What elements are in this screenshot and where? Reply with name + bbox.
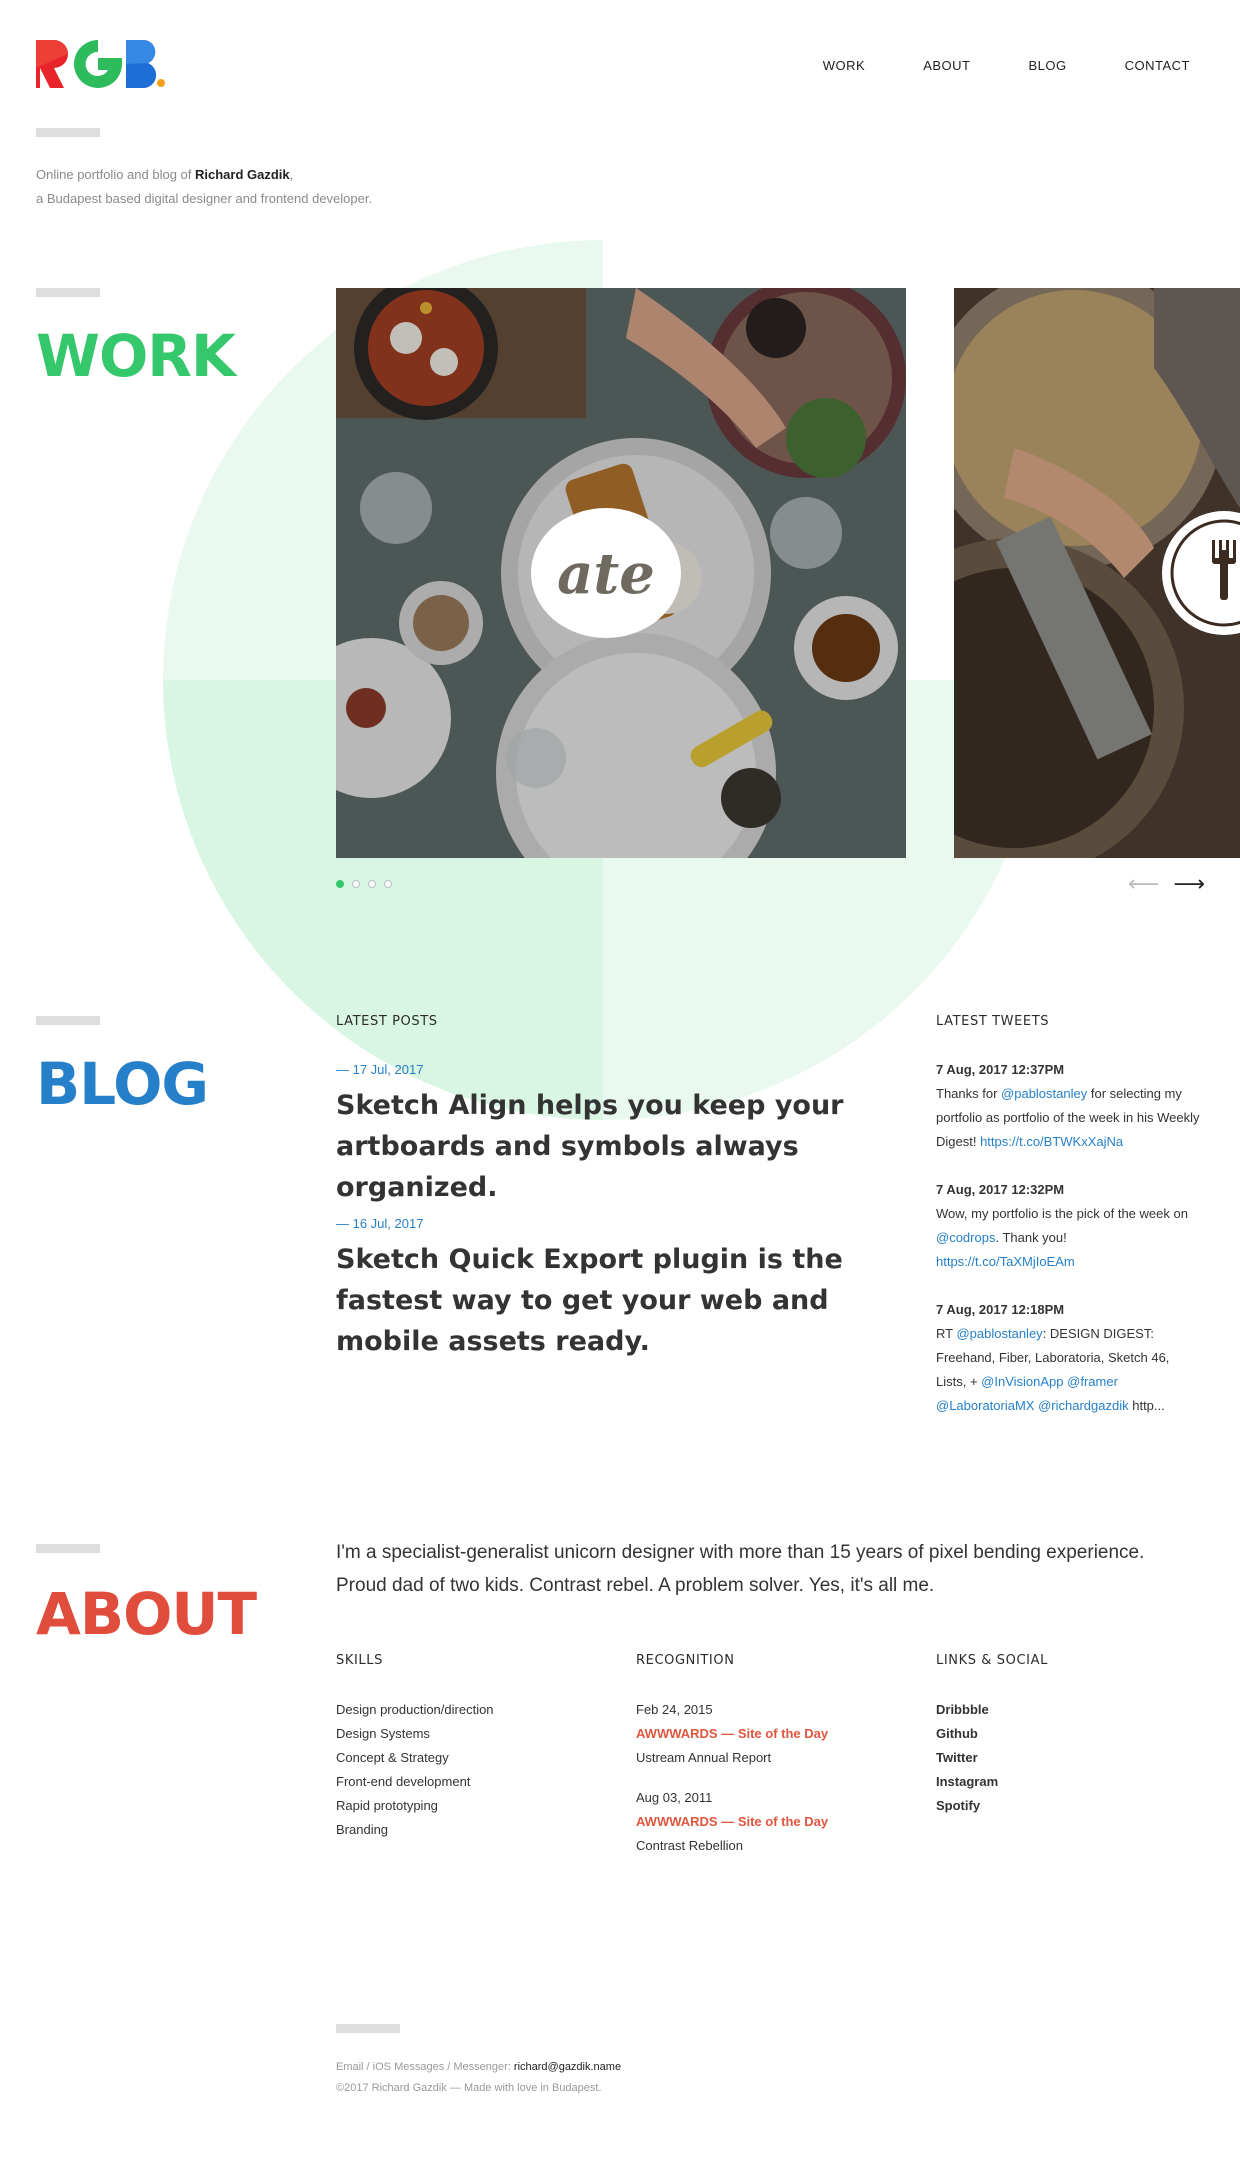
nav-blog[interactable]: BLOG: [1029, 58, 1067, 73]
main-nav: WORK ABOUT BLOG CONTACT: [823, 58, 1190, 73]
recognition-list: Feb 24, 2015 AWWWARDS — Site of the Day …: [636, 1698, 828, 1858]
tweet: 7 Aug, 2017 12:18PM RT @pablostanley: DE…: [936, 1298, 1200, 1418]
arrow-right-icon[interactable]: ⟶: [1174, 873, 1206, 895]
recognition-award[interactable]: AWWWARDS — Site of the Day: [636, 1722, 828, 1746]
intro-line2: a Budapest based digital designer and fr…: [36, 191, 373, 206]
recognition-date: Aug 03, 2011: [636, 1790, 713, 1805]
link-spotify[interactable]: Spotify: [936, 1794, 998, 1818]
post-title[interactable]: Sketch Quick Export plugin is the fastes…: [336, 1239, 896, 1362]
skills-heading: SKILLS: [336, 1653, 383, 1668]
link-dribbble[interactable]: Dribbble: [936, 1698, 998, 1722]
tweet-url-link[interactable]: https://t.co/BTWKxXajNa: [980, 1134, 1123, 1149]
footer-divider: [336, 2024, 400, 2033]
work-slide-2[interactable]: [954, 288, 1240, 858]
footer: Email / iOS Messages / Messenger: richar…: [336, 2057, 621, 2099]
nav-about[interactable]: ABOUT: [923, 58, 970, 73]
tweet-time: 7 Aug, 2017 12:32PM: [936, 1182, 1065, 1197]
intro-text: Online portfolio and blog of Richard Gaz…: [36, 163, 372, 211]
ate-logo-text: ate: [557, 541, 655, 607]
carousel-dot-2[interactable]: [352, 880, 360, 888]
footer-copyright: ©2017 Richard Gazdik — Made with love in…: [336, 2082, 602, 2094]
tweet-text: Wow, my portfolio is the pick of the wee…: [936, 1202, 1200, 1274]
skill-item: Design production/direction: [336, 1702, 494, 1717]
blog-divider: [36, 1016, 100, 1025]
post-title[interactable]: Sketch Align helps you keep your artboar…: [336, 1085, 896, 1208]
tweet-text-part: RT: [936, 1326, 957, 1341]
tweet-mention-link[interactable]: @codrops: [936, 1230, 995, 1245]
food-photo-2: [954, 288, 1240, 858]
about-bio: I'm a specialist-generalist unicorn desi…: [336, 1542, 1145, 1596]
blog-post[interactable]: — 17 Jul, 2017 Sketch Align helps you ke…: [336, 1062, 896, 1208]
post-date: — 17 Jul, 2017: [336, 1062, 424, 1077]
about-title: ABOUT: [36, 1580, 257, 1648]
tweet-mention-link[interactable]: @pablostanley: [1001, 1086, 1087, 1101]
carousel-dot-1[interactable]: [336, 880, 344, 888]
social-links-list: Dribbble Github Twitter Instagram Spotif…: [936, 1698, 998, 1818]
tweet-text-part: Thanks for: [936, 1086, 1002, 1101]
tweet-mention-link[interactable]: @framer: [1067, 1374, 1118, 1389]
link-twitter[interactable]: Twitter: [936, 1746, 998, 1770]
recognition-project: Contrast Rebellion: [636, 1838, 743, 1853]
work-divider: [36, 288, 100, 297]
tweet-time: 7 Aug, 2017 12:37PM: [936, 1062, 1065, 1077]
skill-item: Front-end development: [336, 1774, 471, 1789]
tweet: 7 Aug, 2017 12:37PM Thanks for @pablosta…: [936, 1058, 1200, 1154]
intro-prefix: Online portfolio and blog of: [36, 167, 195, 182]
tweet-text-part: Wow, my portfolio is the pick of the wee…: [936, 1206, 1188, 1221]
skill-item: Concept & Strategy: [336, 1750, 449, 1765]
tweet-time: 7 Aug, 2017 12:18PM: [936, 1302, 1065, 1317]
intro-suffix: ,: [289, 167, 294, 182]
recognition-heading: RECOGNITION: [636, 1653, 735, 1668]
blog-post[interactable]: — 16 Jul, 2017 Sketch Quick Export plugi…: [336, 1216, 896, 1362]
carousel-dot-3[interactable]: [368, 880, 376, 888]
nav-work[interactable]: WORK: [823, 58, 865, 73]
tweet-text: RT @pablostanley: DESIGN DIGEST: Freehan…: [936, 1322, 1200, 1418]
tweet: 7 Aug, 2017 12:32PM Wow, my portfolio is…: [936, 1178, 1200, 1274]
work-slide-1[interactable]: ate: [336, 288, 906, 858]
tweet-mention-link[interactable]: @richardgazdik: [1038, 1398, 1129, 1413]
tweet-text: Thanks for @pablostanley for selecting m…: [936, 1082, 1200, 1154]
recognition-project: Ustream Annual Report: [636, 1750, 772, 1765]
tweet-mention-link[interactable]: @LaboratoriaMX: [936, 1398, 1034, 1413]
nav-contact[interactable]: CONTACT: [1125, 58, 1190, 73]
tweet-text-part: http...: [1128, 1398, 1165, 1413]
food-photo-1: ate: [336, 288, 906, 858]
recognition-date: Feb 24, 2015: [636, 1702, 713, 1717]
footer-contact-label: Email / iOS Messages / Messenger:: [336, 2061, 514, 2073]
blog-title: BLOG: [36, 1050, 209, 1118]
about-divider: [36, 1544, 100, 1553]
skill-item: Branding: [336, 1822, 389, 1837]
arrow-left-icon[interactable]: ⟵: [1128, 873, 1160, 895]
latest-posts-heading: LATEST POSTS: [336, 1014, 438, 1029]
recognition-award[interactable]: AWWWARDS — Site of the Day: [636, 1810, 828, 1834]
work-title: WORK: [36, 322, 236, 390]
footer-email-link[interactable]: richard@gazdik.name: [514, 2061, 621, 2073]
tweet-mention-link[interactable]: @pablostanley: [956, 1326, 1042, 1341]
tweet-text-part: . Thank you!: [995, 1230, 1067, 1245]
latest-tweets-heading: LATEST TWEETS: [936, 1014, 1050, 1029]
intro-divider: [36, 128, 100, 137]
link-github[interactable]: Github: [936, 1722, 998, 1746]
links-heading: LINKS & SOCIAL: [936, 1653, 1048, 1668]
tweet-url-link[interactable]: https://t.co/TaXMjIoEAm: [936, 1254, 1075, 1269]
intro-name: Richard Gazdik: [195, 167, 290, 182]
carousel-arrows: ⟵ ⟶: [1128, 873, 1205, 895]
tweet-mention-link[interactable]: @InVisionApp: [981, 1374, 1063, 1389]
carousel-dots: [336, 880, 392, 888]
post-date: — 16 Jul, 2017: [336, 1216, 424, 1231]
skill-item: Design Systems: [336, 1726, 430, 1741]
skills-list: Design production/direction Design Syste…: [336, 1698, 494, 1842]
rgb-logo[interactable]: [36, 40, 166, 88]
skill-item: Rapid prototyping: [336, 1798, 438, 1813]
link-instagram[interactable]: Instagram: [936, 1770, 998, 1794]
carousel-dot-4[interactable]: [384, 880, 392, 888]
